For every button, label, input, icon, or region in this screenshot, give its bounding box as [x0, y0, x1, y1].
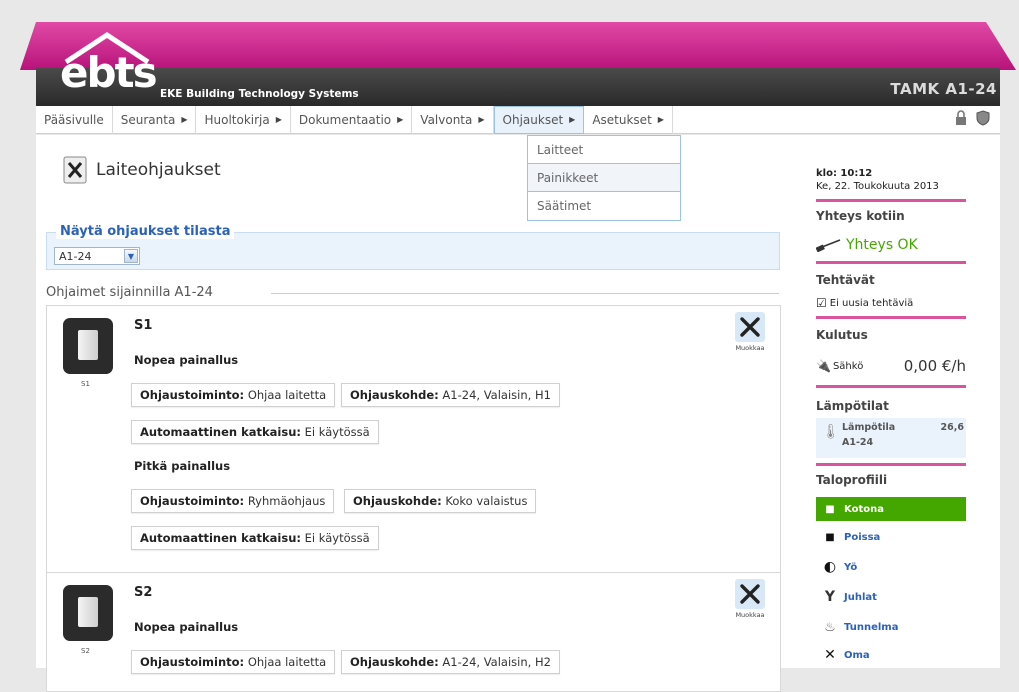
- function-tag: Ohjaustoiminto: Ohjaa laitetta: [131, 383, 336, 407]
- device-label: S2: [81, 647, 90, 655]
- location-select[interactable]: A1-24 ▼: [54, 247, 140, 265]
- device-label: S1: [81, 380, 90, 388]
- sidebar-divider: [816, 199, 966, 202]
- short-press-heading: Nopea painallus: [134, 620, 239, 634]
- nav-item-huoltokirja[interactable]: Huoltokirja ▶: [196, 105, 291, 134]
- home-icon: ■: [825, 503, 835, 515]
- edit-button[interactable]: Muokkaa: [730, 579, 770, 619]
- nav-icons: [954, 110, 990, 126]
- tasks-heading: Tehtävät: [816, 273, 875, 287]
- lock-icon[interactable]: [954, 110, 968, 126]
- electricity-icon: 🔌: [816, 359, 831, 373]
- custom-icon: ✕: [824, 647, 836, 663]
- clock-date: Ke, 22. Toukokuuta 2013: [816, 181, 939, 192]
- tools-icon[interactable]: [735, 312, 765, 342]
- sidebar-divider: [816, 261, 966, 264]
- plug-icon: [816, 239, 841, 252]
- profile-tunnelma[interactable]: ♨ Tunnelma: [816, 615, 966, 639]
- section-legend: Ohjaimet sijainnilla A1-24: [46, 285, 217, 300]
- nav-item-asetukset[interactable]: Asetukset ▶: [584, 105, 673, 134]
- party-icon: Y: [824, 589, 836, 605]
- nav-item-paasivulle[interactable]: Pääsivulle: [36, 105, 113, 134]
- filter-legend: Näytä ohjaukset tilasta: [56, 224, 235, 239]
- function-tag: Ohjaustoiminto: Ohjaa laitetta: [131, 650, 336, 674]
- nav-item-dokumentaatio[interactable]: Dokumentaatio ▶: [291, 105, 413, 134]
- controller-card: S1 S1 Nopea painallus Ohjaustoiminto: Oh…: [46, 305, 781, 575]
- sidebar-divider: [816, 316, 966, 319]
- function-tag: Ohjaustoiminto: Ryhmäohjaus: [131, 489, 335, 513]
- arrow-right-icon: ▶: [181, 115, 188, 124]
- profile-juhlat[interactable]: Y Juhlat: [816, 585, 966, 609]
- connection-status: Yhteys OK: [816, 237, 966, 253]
- page-title: Laiteohjaukset: [96, 160, 221, 180]
- app-window: ebts EKE Building Technology Systems TAM…: [0, 0, 1019, 692]
- tasks-status[interactable]: ☑ Ei uusia tehtäviä: [816, 296, 966, 310]
- profile-kotona[interactable]: ■ Kotona: [816, 497, 966, 521]
- profile-oma[interactable]: ✕ Oma: [816, 643, 966, 667]
- nav-item-ohjaukset[interactable]: Ohjaukset ▶: [493, 105, 585, 134]
- dropdown-item-painikkeet[interactable]: Painikkeet: [528, 164, 680, 192]
- tools-icon[interactable]: [735, 579, 765, 609]
- edit-label: Muokkaa: [735, 611, 765, 619]
- arrow-right-icon: ▶: [397, 115, 404, 124]
- switch-device-icon: [63, 318, 113, 374]
- shield-icon[interactable]: [976, 110, 990, 126]
- switch-device-icon: [63, 585, 113, 641]
- nav-item-valvonta[interactable]: Valvonta ▶: [412, 105, 494, 134]
- temperatures-heading: Lämpötilat: [816, 399, 889, 413]
- page-header: Laiteohjaukset: [62, 155, 221, 185]
- long-press-heading: Pitkä painallus: [134, 459, 231, 473]
- consumption-row: 🔌 Sähkö 0,00 €/h: [816, 357, 966, 375]
- chevron-down-icon[interactable]: ▼: [124, 249, 138, 263]
- auto-off-tag: Automaattinen katkaisu: Ei käytössä: [131, 526, 379, 550]
- arrow-right-icon: ▶: [478, 115, 485, 124]
- sidebar-divider: [816, 385, 966, 388]
- auto-off-tag: Automaattinen katkaisu: Ei käytössä: [131, 420, 379, 444]
- controller-card: S2 S2 Nopea painallus Ohjaustoiminto: Oh…: [46, 572, 781, 692]
- dropdown-item-saatimet[interactable]: Säätimet: [528, 192, 680, 220]
- ebts-logo: ebts: [60, 48, 158, 97]
- temperature-row[interactable]: 🌡 Lämpötila A1-24 26,6: [816, 418, 966, 458]
- away-icon: ■: [825, 531, 835, 543]
- mood-icon: ♨: [824, 619, 836, 635]
- site-name: TAMK A1-24: [890, 80, 997, 98]
- dropdown-item-laitteet[interactable]: Laitteet: [528, 136, 680, 164]
- arrow-right-icon: ▶: [657, 115, 664, 124]
- short-press-heading: Nopea painallus: [134, 353, 239, 367]
- target-tag: Ohjauskohde: A1-24, Valaisin, H2: [341, 650, 560, 674]
- arrow-right-icon: ▶: [569, 115, 576, 124]
- card-title: S2: [134, 585, 153, 600]
- ohjaukset-dropdown: Laitteet Painikkeet Säätimet: [527, 135, 681, 221]
- profile-yo[interactable]: ◐ Yö: [816, 555, 966, 579]
- consumption-heading: Kulutus: [816, 328, 868, 342]
- night-icon: ◐: [823, 559, 837, 575]
- company-name: EKE Building Technology Systems: [160, 88, 359, 100]
- header-bar: [36, 68, 1000, 106]
- edit-label: Muokkaa: [735, 344, 765, 352]
- main-nav: Pääsivulle Seuranta ▶ Huoltokirja ▶ Dokume…: [36, 105, 1000, 134]
- profile-heading: Taloprofiili: [816, 473, 888, 487]
- target-tag: Ohjauskohde: Koko valaistus: [344, 489, 537, 513]
- edit-button[interactable]: Muokkaa: [730, 312, 770, 352]
- checklist-icon: ☑: [816, 296, 827, 310]
- section-divider: [271, 293, 779, 294]
- switch-control-icon: [63, 156, 87, 184]
- clock-time: klo: 10:12: [816, 168, 873, 179]
- target-tag: Ohjauskohde: A1-24, Valaisin, H1: [341, 383, 560, 407]
- card-title: S1: [134, 318, 153, 333]
- sidebar-divider: [816, 463, 966, 466]
- status-sidebar: klo: 10:12 Ke, 22. Toukokuuta 2013 Yhtey…: [792, 135, 1000, 668]
- profile-poissa[interactable]: ■ Poissa: [816, 525, 966, 549]
- arrow-right-icon: ▶: [275, 115, 282, 124]
- thermometer-icon: 🌡: [822, 424, 840, 440]
- nav-item-seuranta[interactable]: Seuranta ▶: [113, 105, 197, 134]
- connection-heading: Yhteys kotiin: [816, 209, 905, 223]
